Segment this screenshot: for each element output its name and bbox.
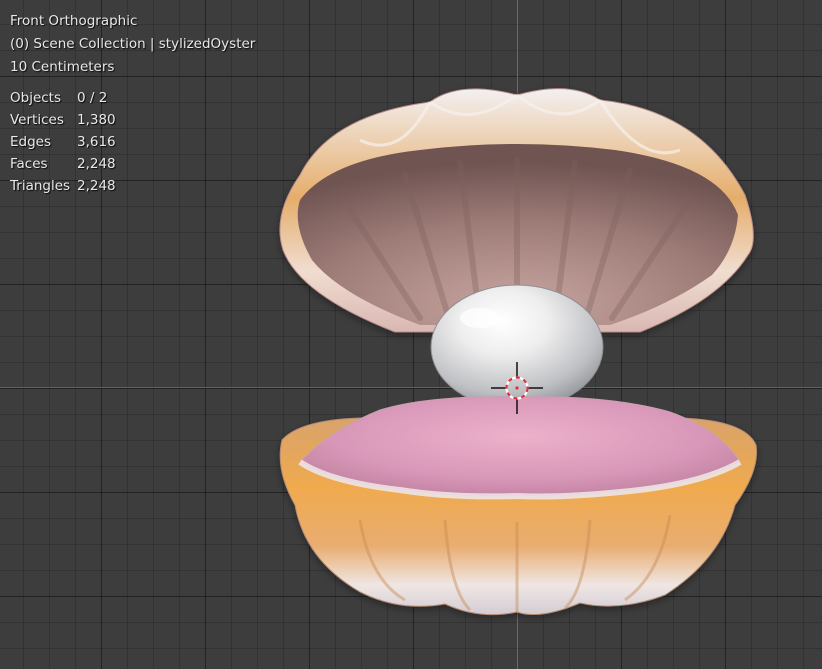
stat-value: 3,616 [77, 134, 116, 150]
view-name: Front Orthographic [10, 13, 138, 29]
stat-label: Objects [10, 90, 62, 106]
stat-value: 2,248 [77, 156, 116, 172]
collection-label: (0) Scene Collection | stylizedOyster [10, 36, 256, 52]
grid-scale-label: 10 Centimeters [10, 59, 115, 75]
3d-viewport[interactable]: Front Orthographic (0) Scene Collection … [0, 0, 822, 669]
scene-statistics: Objects 0 / 2 Vertices 1,380 Edges 3,616 Fa… [10, 87, 255, 197]
stat-row-vertices: Vertices 1,380 [10, 109, 255, 131]
stat-label: Triangles [10, 178, 71, 194]
stat-value: 1,380 [77, 112, 116, 128]
3d-cursor-icon[interactable] [491, 362, 543, 414]
stat-label: Edges [10, 134, 52, 150]
stat-value: 2,248 [77, 178, 116, 194]
stat-label: Vertices [10, 112, 64, 128]
stat-label: Faces [10, 156, 48, 172]
stat-row-triangles: Triangles 2,248 [10, 175, 255, 197]
stat-row-objects: Objects 0 / 2 [10, 87, 255, 109]
viewport-text-overlay: Front Orthographic (0) Scene Collection … [10, 10, 255, 197]
stat-row-faces: Faces 2,248 [10, 153, 255, 175]
stat-value: 0 / 2 [77, 90, 108, 106]
stat-row-edges: Edges 3,616 [10, 131, 255, 153]
